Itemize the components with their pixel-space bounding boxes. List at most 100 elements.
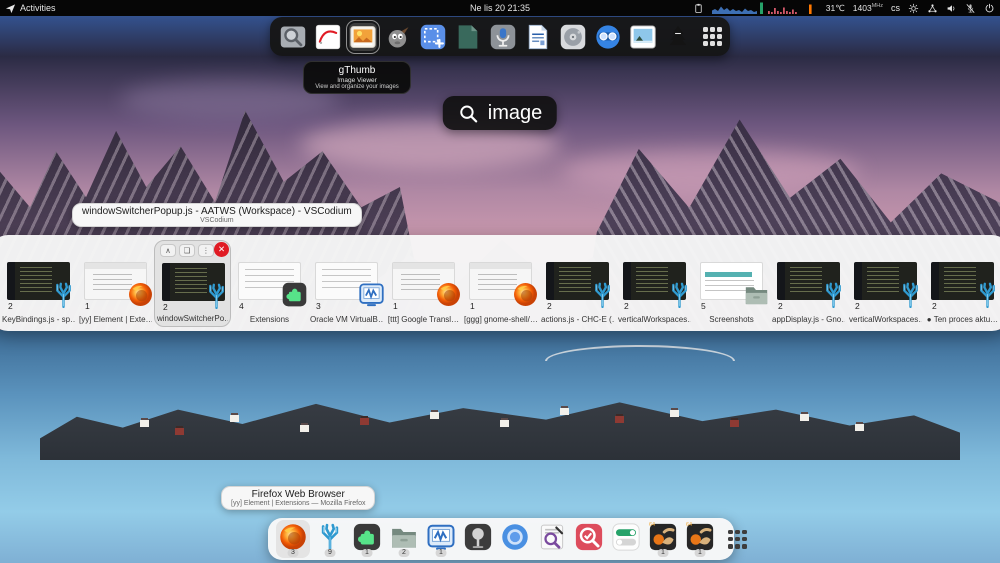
top-bar: Activities Ne lis 20 21:35 31℃ 1403MHz c… <box>0 0 1000 16</box>
inkscape-icon[interactable] <box>664 23 692 51</box>
dock-item-files[interactable]: 2 <box>387 520 421 558</box>
window-switcher: 2 KeyBindings.js - sp… 1 [yy] Element | … <box>0 235 1000 331</box>
window-item[interactable]: 1 [ggg] gnome-shell/… <box>462 240 539 327</box>
window-title: verticalWorkspaces… <box>618 315 691 324</box>
show-applications-icon[interactable] <box>703 27 722 46</box>
dock-item-app-64[interactable]: 64 1 <box>683 520 717 558</box>
blue-sphere-app-icon[interactable] <box>594 23 622 51</box>
tooltip-title: Firefox Web Browser <box>231 489 365 500</box>
window-count-badge: 2 <box>8 301 13 311</box>
screenshot-selection-app-icon[interactable] <box>419 23 447 51</box>
volume-icon[interactable] <box>946 3 957 14</box>
mic-muted-icon[interactable] <box>965 3 976 14</box>
vscodium-icon <box>589 281 616 308</box>
dock-item-czkawka[interactable] <box>572 520 606 558</box>
window-count-badge: 2 <box>855 301 860 311</box>
dock-item-firefox[interactable]: 3 <box>276 520 310 558</box>
dock-item-pin-app[interactable] <box>461 520 495 558</box>
window-item[interactable]: 3 Oracle VM VirtualB… <box>308 240 385 327</box>
dock-item-extensions[interactable]: 1 <box>350 520 384 558</box>
system-monitor-graph[interactable] <box>712 2 818 14</box>
window-title: [ggg] gnome-shell/… <box>464 315 537 324</box>
disks-app-icon[interactable] <box>559 23 587 51</box>
gthumb-icon[interactable] <box>349 23 377 51</box>
firefox-icon <box>435 281 462 308</box>
window-title: Screenshots <box>695 315 768 324</box>
green-document-app-icon[interactable] <box>454 23 482 51</box>
dock-badge: 1 <box>658 549 669 558</box>
search-overlay[interactable]: image <box>443 96 557 130</box>
drawing-app-icon[interactable] <box>314 23 342 51</box>
window-item[interactable]: 2 verticalWorkspaces… <box>616 240 693 327</box>
vscodium-icon <box>315 522 345 552</box>
dock-item-vscodium[interactable]: 9 <box>313 520 347 558</box>
dock-tooltip: Firefox Web Browser [yy] Element | Exten… <box>221 486 375 510</box>
clipboard-icon[interactable] <box>693 3 704 14</box>
window-close-button[interactable]: ✕ <box>214 242 229 257</box>
window-item[interactable]: 2 actions.js - CHC-E (… <box>539 240 616 327</box>
app-switcher-bar <box>270 17 730 56</box>
dock-item-tweaks[interactable] <box>609 520 643 558</box>
cpu-frequency[interactable]: 1403MHz <box>853 3 883 13</box>
search-query[interactable]: image <box>488 101 542 125</box>
photo-viewer-app-icon[interactable] <box>629 23 657 51</box>
dock-item-app-64[interactable]: 64 1 <box>646 520 680 558</box>
window-count-badge: 2 <box>163 302 168 312</box>
dock-badge: 1 <box>362 549 373 558</box>
dock-badge: 1 <box>436 549 447 558</box>
window-above-button[interactable]: ∧ <box>160 244 176 257</box>
window-count-badge: 2 <box>778 301 783 311</box>
chromium-icon <box>500 522 530 552</box>
dock-badge: 1 <box>695 549 706 558</box>
window-item[interactable]: 4 Extensions <box>231 240 308 327</box>
window-item[interactable]: 5 Screenshots <box>693 240 770 327</box>
window-title: appDisplay.js - Gno… <box>772 315 845 324</box>
firefox-icon <box>127 281 154 308</box>
window-count-badge: 2 <box>932 301 937 311</box>
vscodium-icon <box>50 281 77 308</box>
window-item[interactable]: 2 verticalWorkspaces… <box>847 240 924 327</box>
gimp-icon[interactable] <box>384 23 412 51</box>
window-count-badge: 1 <box>85 301 90 311</box>
window-title: KeyBindings.js - sp… <box>2 315 75 324</box>
dock-item-chromium[interactable] <box>498 520 532 558</box>
window-item[interactable]: 2 KeyBindings.js - sp… <box>0 240 77 327</box>
window-title: actions.js - CHC-E (… <box>541 315 614 324</box>
window-item[interactable]: 2 appDisplay.js - Gno… <box>770 240 847 327</box>
window-count-badge: 3 <box>316 301 321 311</box>
dock-item-document-magnifier[interactable] <box>535 520 569 558</box>
window-switcher-tooltip: windowSwitcherPopup.js - AATWS (Workspac… <box>72 203 362 227</box>
vscodium-icon <box>820 281 847 308</box>
tooltip-description: View and organize your images <box>308 84 406 90</box>
window-count-badge: 2 <box>547 301 552 311</box>
show-applications-icon[interactable] <box>728 530 747 549</box>
dock-badge: 9 <box>325 549 336 558</box>
gthumb-tooltip: gThumb Image Viewer View and organize yo… <box>303 61 411 94</box>
writer-document-app-icon[interactable] <box>524 23 552 51</box>
vscodium-icon <box>974 281 1000 308</box>
magnifier-app-icon[interactable] <box>279 23 307 51</box>
firefox-icon <box>278 522 308 552</box>
keyboard-layout-indicator[interactable]: cs <box>891 3 900 13</box>
window-menu-button[interactable]: ⋮ <box>198 244 214 257</box>
microphone-app-icon[interactable] <box>489 23 517 51</box>
pin-app-icon <box>463 522 493 552</box>
window-item-selected[interactable]: ∧ ❏ ⋮ ✕ 2 windowSwitcherPo… <box>154 240 231 327</box>
window-pin-button[interactable]: ❏ <box>179 244 195 257</box>
window-count-badge: 2 <box>624 301 629 311</box>
window-count-badge: 1 <box>470 301 475 311</box>
network-icon[interactable] <box>927 3 938 14</box>
files-icon <box>389 522 419 552</box>
window-item[interactable]: 1 [ttt] Google Transl… <box>385 240 462 327</box>
tweaks-icon <box>611 522 641 552</box>
power-icon[interactable] <box>984 3 995 14</box>
vscodium-icon <box>666 281 693 308</box>
window-item[interactable]: 1 [yy] Element | Exte… <box>77 240 154 327</box>
cpu-temperature[interactable]: 31℃ <box>826 3 845 14</box>
dock-item-virtualbox[interactable]: 1 <box>424 520 458 558</box>
window-item[interactable]: 2 ● Ten proces aktu… <box>924 240 1000 327</box>
activities-button[interactable]: Activities <box>5 3 56 14</box>
brightness-icon[interactable] <box>908 3 919 14</box>
window-title: verticalWorkspaces… <box>849 315 922 324</box>
window-count-badge: 5 <box>701 301 706 311</box>
